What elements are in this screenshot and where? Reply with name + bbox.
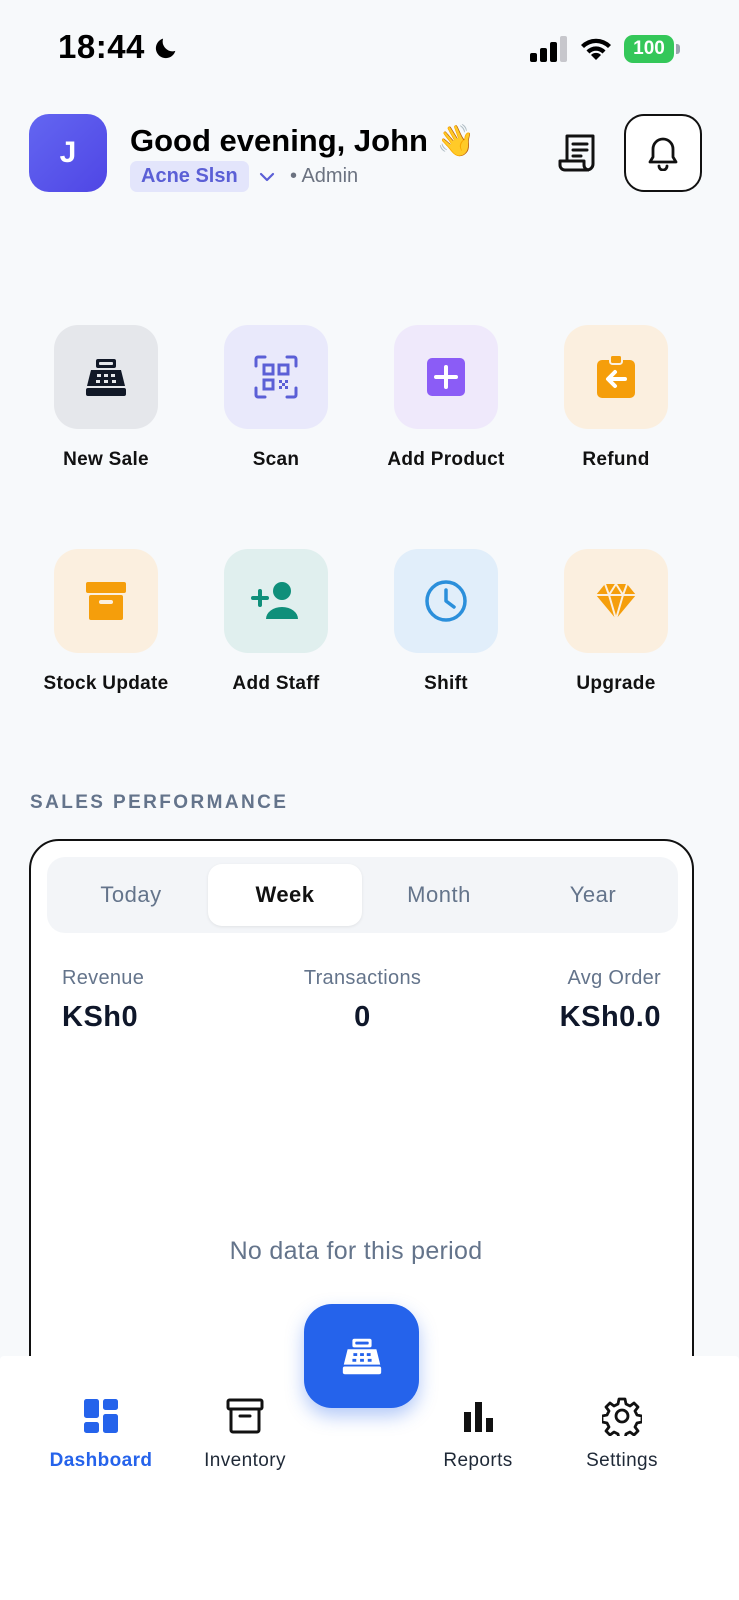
- inventory-icon: [226, 1398, 264, 1434]
- action-label: Add Staff: [232, 673, 320, 694]
- bell-icon: [648, 137, 678, 171]
- action-tile[interactable]: [564, 325, 668, 429]
- cash-register-icon: [342, 1338, 381, 1375]
- action-label: Scan: [252, 449, 300, 470]
- tab-today[interactable]: Today: [54, 864, 208, 926]
- tab-year[interactable]: Year: [516, 864, 670, 926]
- dashboard-icon: [84, 1399, 118, 1433]
- avatar[interactable]: J: [29, 114, 107, 192]
- tab-label: Inventory: [204, 1450, 286, 1471]
- status-time: 18:44: [58, 28, 145, 65]
- notifications-button[interactable]: [624, 114, 702, 192]
- tab-label: Dashboard: [49, 1450, 153, 1471]
- action-shift[interactable]: Shift: [361, 549, 531, 695]
- action-label: New Sale: [63, 449, 149, 470]
- section-title: SALES PERFORMANCE: [30, 792, 289, 813]
- tab-week[interactable]: Week: [208, 864, 362, 926]
- gear-icon: [602, 1397, 642, 1436]
- clock-icon: [425, 580, 467, 622]
- battery-tip: [676, 44, 680, 54]
- action-upgrade[interactable]: Upgrade: [531, 549, 701, 695]
- user-role: • Admin: [290, 165, 359, 187]
- action-tile[interactable]: [564, 549, 668, 653]
- action-label: Stock Update: [43, 673, 169, 694]
- tab-inventory[interactable]: Inventory: [170, 1396, 320, 1472]
- action-tile[interactable]: [224, 549, 328, 653]
- tab-settings[interactable]: Settings: [547, 1396, 697, 1472]
- chevron-down-icon[interactable]: [258, 168, 276, 186]
- qr-scan-icon: [254, 355, 298, 399]
- status-bar: 18:44 100: [0, 0, 739, 96]
- tab-month[interactable]: Month: [362, 864, 516, 926]
- empty-state-message: No data for this period: [229, 1237, 483, 1265]
- add-box-icon: [427, 358, 465, 396]
- action-tile[interactable]: [54, 325, 158, 429]
- moon-icon: [155, 38, 176, 59]
- action-label: Shift: [424, 673, 468, 694]
- wifi-icon: [581, 38, 611, 60]
- action-tile[interactable]: [394, 325, 498, 429]
- store-selector[interactable]: Acne Slsn: [130, 161, 249, 192]
- bar-chart-icon: [464, 1402, 493, 1432]
- tab-label: Reports: [443, 1450, 513, 1471]
- action-tile[interactable]: [394, 549, 498, 653]
- action-stock-update[interactable]: Stock Update: [21, 549, 191, 695]
- receipt-icon[interactable]: [556, 130, 602, 176]
- battery-icon: 100: [624, 35, 680, 63]
- avg-order-label: Avg Order: [567, 967, 661, 989]
- signal-icon: [530, 36, 567, 62]
- new-sale-fab[interactable]: [304, 1304, 419, 1408]
- action-label: Upgrade: [576, 673, 656, 694]
- action-label: Refund: [582, 449, 650, 470]
- action-label: Add Product: [387, 449, 505, 470]
- action-new-sale[interactable]: New Sale: [21, 325, 191, 471]
- action-add-staff[interactable]: Add Staff: [191, 549, 361, 695]
- action-refund[interactable]: Refund: [531, 325, 701, 471]
- add-user-icon: [251, 582, 298, 619]
- tab-label: Settings: [586, 1450, 658, 1471]
- greeting-title: Good evening, John 👋: [130, 123, 476, 158]
- battery-level: 100: [624, 35, 674, 63]
- action-add-product[interactable]: Add Product: [361, 325, 531, 471]
- action-tile[interactable]: [54, 549, 158, 653]
- action-scan[interactable]: Scan: [191, 325, 361, 471]
- tab-dashboard[interactable]: Dashboard: [26, 1396, 176, 1472]
- avg-order-value: KSh0.0: [559, 1001, 661, 1033]
- refund-icon: [597, 354, 635, 398]
- cash-register-icon: [86, 359, 126, 396]
- period-selector: Today Week Month Year: [47, 857, 678, 933]
- diamond-icon: [596, 583, 636, 620]
- action-tile[interactable]: [224, 325, 328, 429]
- archive-box-icon: [86, 582, 126, 620]
- tab-reports[interactable]: Reports: [403, 1396, 553, 1472]
